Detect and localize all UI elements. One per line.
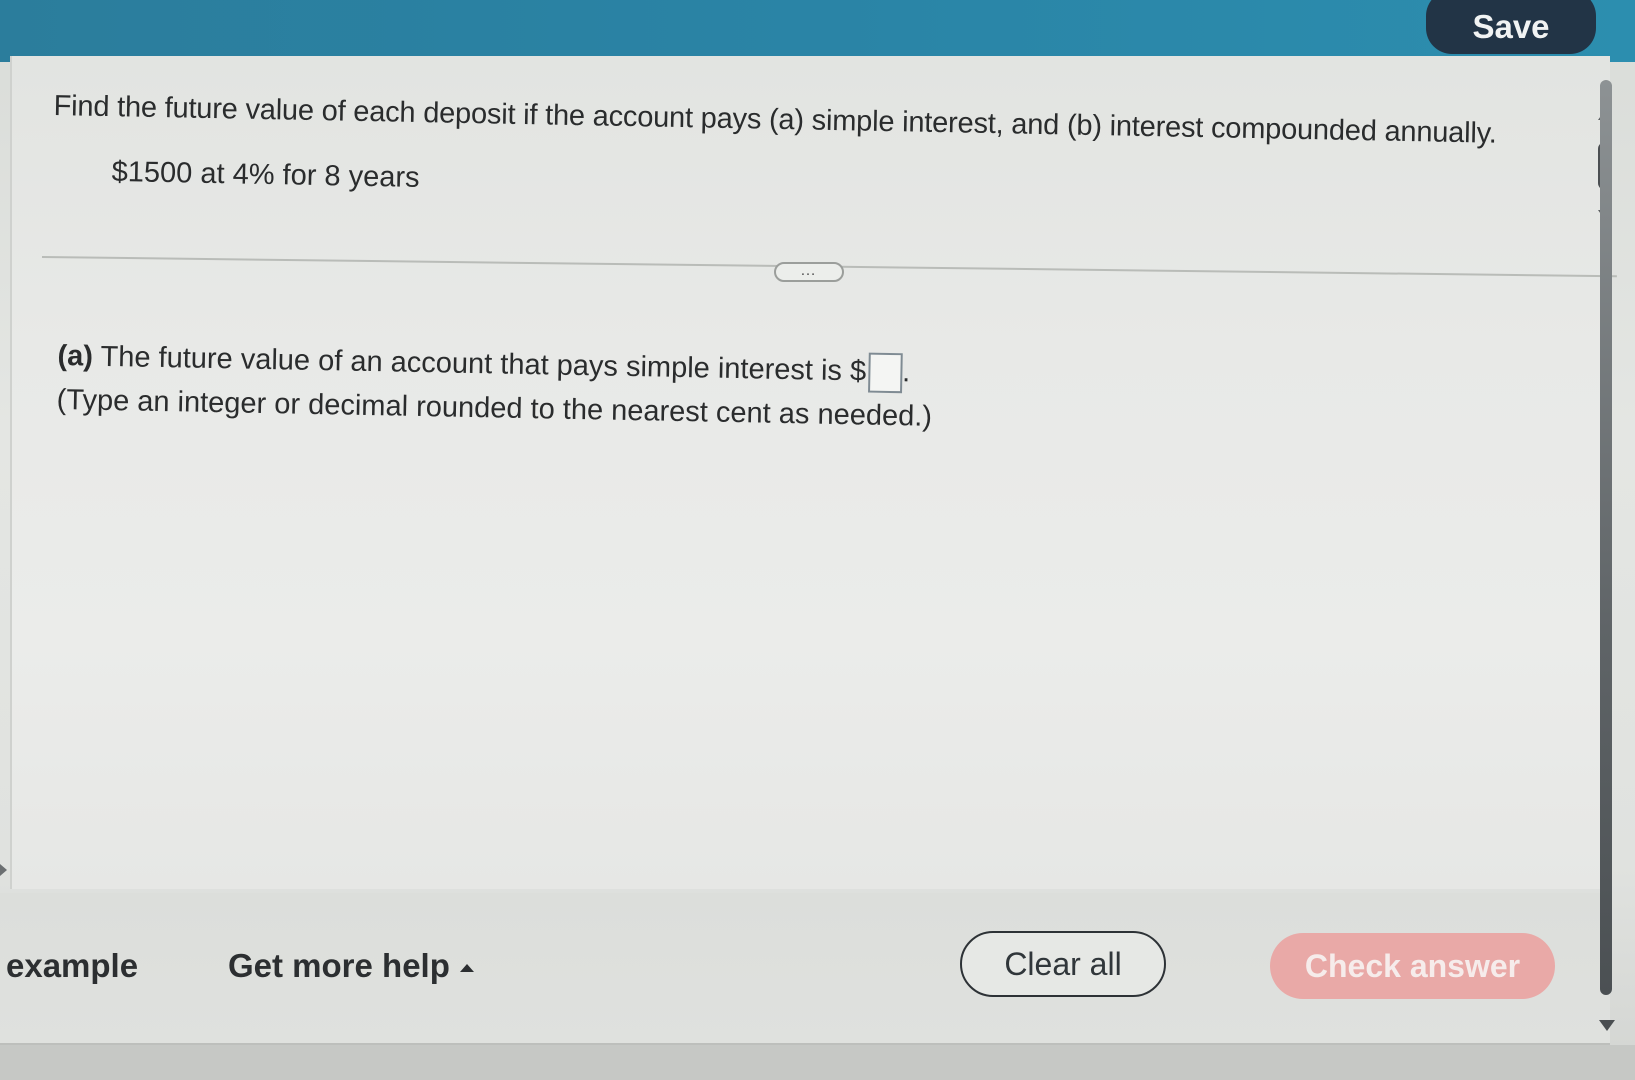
collapse-arrow-icon[interactable] bbox=[0, 864, 7, 876]
page-scrollbar[interactable] bbox=[1600, 80, 1612, 995]
get-more-help-link[interactable]: Get more help bbox=[228, 947, 474, 985]
screen: Save Find the future value of each depos… bbox=[0, 0, 1635, 1080]
page-scroll-down-icon[interactable] bbox=[1599, 1020, 1615, 1031]
caret-up-icon bbox=[459, 964, 474, 973]
bottom-strip bbox=[0, 1045, 1635, 1080]
save-button[interactable]: Save bbox=[1426, 0, 1596, 54]
footer-bar: example Get more help Clear all Check an… bbox=[0, 893, 1610, 1045]
view-example-link[interactable]: example bbox=[6, 947, 138, 985]
answer-input[interactable] bbox=[867, 352, 903, 394]
get-more-help-label: Get more help bbox=[228, 947, 450, 984]
top-bar: Save bbox=[0, 0, 1635, 62]
question-given: $1500 at 4% for 8 years bbox=[111, 156, 420, 194]
expand-more-button[interactable]: … bbox=[774, 262, 844, 282]
question-title: Find the future value of each deposit if… bbox=[53, 90, 1497, 150]
part-a-period: . bbox=[901, 356, 911, 389]
check-answer-button[interactable]: Check answer bbox=[1270, 933, 1555, 999]
part-a: (a) The future value of an account that … bbox=[56, 334, 933, 439]
part-a-label: (a) bbox=[57, 339, 94, 373]
question-panel: Find the future value of each deposit if… bbox=[10, 56, 1617, 889]
clear-all-button[interactable]: Clear all bbox=[960, 931, 1166, 997]
